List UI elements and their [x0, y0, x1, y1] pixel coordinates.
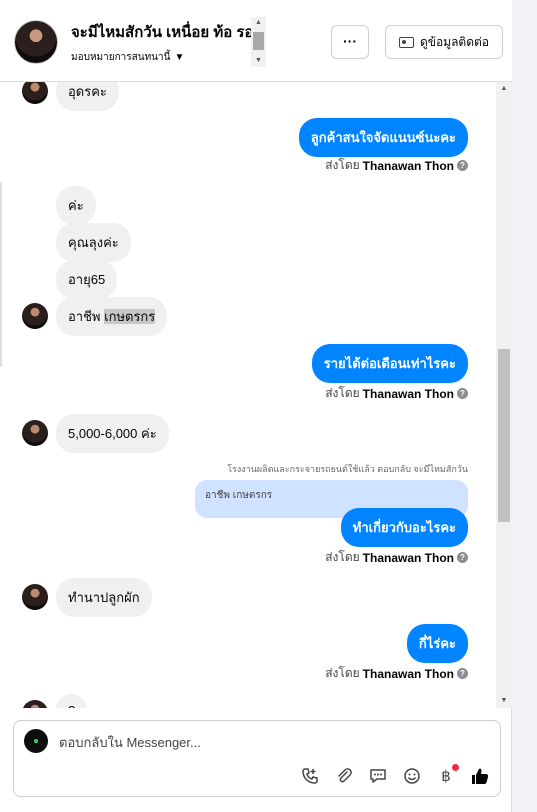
phone-add-icon[interactable]	[300, 766, 320, 786]
sent-by-label: ส่งโดย Thanawan Thon ?	[325, 548, 468, 567]
message-thread[interactable]: อุดรคะ ลูกค้าสนใจจัดแนนซ์นะคะ ส่งโดย Tha…	[0, 82, 496, 708]
sent-by-label: ส่งโดย Thanawan Thon ?	[325, 664, 468, 683]
scroll-down-arrow-icon[interactable]: ▼	[496, 694, 512, 708]
ellipsis-icon: ···	[343, 33, 357, 49]
incoming-message[interactable]: 5,000-6,000 ค่ะ	[56, 414, 169, 453]
info-icon[interactable]: ?	[457, 388, 468, 399]
message-text: อาชีพ	[68, 309, 105, 324]
sender-name[interactable]: Thanawan Thon	[363, 159, 454, 173]
sent-by-prefix: ส่งโดย	[325, 158, 360, 172]
sender-avatar[interactable]	[22, 700, 48, 708]
info-icon[interactable]: ?	[457, 552, 468, 563]
notification-dot	[452, 764, 459, 771]
incoming-message[interactable]: อาชีพ เกษตรกร	[56, 297, 168, 336]
page-avatar	[24, 729, 48, 753]
view-contact-label: ดูข้อมูลติดต่อ	[419, 34, 490, 49]
scroll-up-arrow-icon[interactable]: ▲	[251, 17, 266, 29]
sender-name[interactable]: Thanawan Thon	[363, 551, 454, 565]
sender-name[interactable]: Thanawan Thon	[363, 667, 454, 681]
header-name-scrollbar[interactable]: ▲ ▼	[251, 17, 266, 67]
scroll-up-arrow-icon[interactable]: ▲	[496, 82, 512, 96]
composer-toolbar: ฿	[300, 764, 490, 786]
baht-icon[interactable]: ฿	[436, 764, 459, 786]
scroll-thumb[interactable]	[253, 32, 264, 50]
page-gutter	[512, 0, 537, 812]
sender-avatar[interactable]	[22, 420, 48, 446]
outgoing-message[interactable]: กี่ไร่คะ	[406, 624, 468, 663]
thumbs-up-icon[interactable]	[470, 766, 490, 786]
incoming-message[interactable]: อายุ65	[56, 260, 118, 299]
info-icon[interactable]: ?	[457, 668, 468, 679]
thread-scrollbar[interactable]: ▲ ▼	[496, 82, 512, 708]
reply-context-label: โรงงานผลิตและกระจายรถยนต์ใช้แล้ว ตอบกลับ…	[227, 464, 468, 474]
reply-composer: ฿	[13, 720, 501, 797]
sent-by-prefix: ส่งโดย	[325, 550, 360, 564]
incoming-message[interactable]: อุดรคะ	[56, 82, 119, 111]
contact-avatar[interactable]	[14, 20, 58, 64]
sent-by-prefix: ส่งโดย	[325, 386, 360, 400]
chat-bubble-icon[interactable]	[368, 766, 388, 786]
outgoing-message[interactable]: ลูกค้าสนใจจัดแนนซ์นะคะ	[298, 118, 468, 157]
incoming-message[interactable]: ?	[56, 694, 88, 708]
outgoing-message[interactable]: รายได้ต่อเดือนเท่าไรคะ	[311, 344, 468, 383]
assign-label: มอบหมายการสนทนานี้	[71, 52, 171, 63]
more-options-button[interactable]: ···	[331, 25, 369, 59]
assign-conversation-dropdown[interactable]: มอบหมายการสนทนานี้ ▼	[71, 50, 184, 65]
sender-avatar[interactable]	[22, 82, 48, 104]
thread-divider	[0, 182, 2, 367]
incoming-message[interactable]: ค่ะ	[56, 186, 96, 225]
smiley-icon[interactable]	[402, 766, 422, 786]
sender-avatar[interactable]	[22, 303, 48, 329]
sent-by-prefix: ส่งโดย	[325, 666, 360, 680]
scroll-thumb[interactable]	[498, 349, 510, 522]
caret-down-icon: ▼	[174, 52, 185, 63]
scroll-down-arrow-icon[interactable]: ▼	[251, 55, 266, 67]
incoming-message[interactable]: ทำนาปลูกผัก	[56, 578, 152, 617]
info-icon[interactable]: ?	[457, 160, 468, 171]
contact-card-icon	[398, 36, 414, 48]
outgoing-message[interactable]: ทำเกี่ยวกับอะไรคะ	[340, 508, 468, 547]
sender-avatar[interactable]	[22, 584, 48, 610]
highlighted-text: เกษตรกร	[104, 309, 156, 324]
view-contact-button[interactable]: ดูข้อมูลติดต่อ	[385, 25, 503, 59]
message-input[interactable]	[59, 735, 459, 750]
paperclip-icon[interactable]	[334, 766, 354, 786]
conversation-header: จะมีไหมสักวัน เหนื่อย ท้อ รอ มอบหมายการส…	[0, 0, 512, 82]
contact-name[interactable]: จะมีไหมสักวัน เหนื่อย ท้อ รอ	[71, 20, 251, 44]
sent-by-label: ส่งโดย Thanawan Thon ?	[325, 156, 468, 175]
sent-by-label: ส่งโดย Thanawan Thon ?	[325, 384, 468, 403]
incoming-message[interactable]: คุณลุงค่ะ	[56, 223, 131, 262]
conversation-panel: จะมีไหมสักวัน เหนื่อย ท้อ รอ มอบหมายการส…	[0, 0, 512, 812]
sender-name[interactable]: Thanawan Thon	[363, 387, 454, 401]
